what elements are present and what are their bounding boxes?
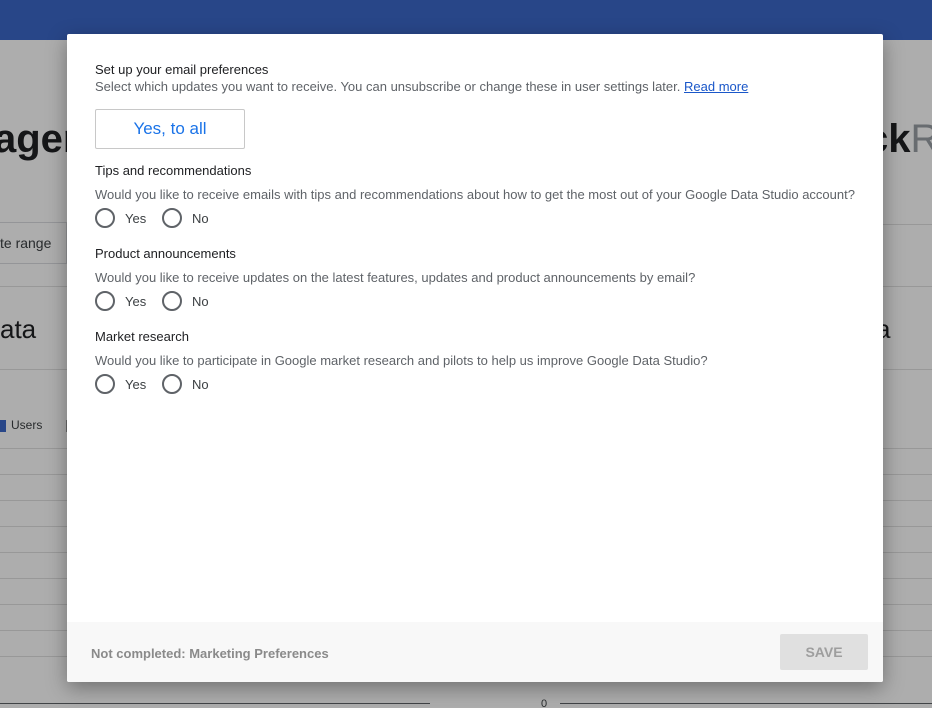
dialog-footer: Not completed: Marketing Preferences SAV…	[67, 622, 883, 682]
no-radio[interactable]	[162, 374, 182, 394]
yes-radio-label[interactable]: Yes	[125, 377, 146, 392]
section-question: Would you like to participate in Google …	[95, 353, 708, 368]
email-preferences-dialog: Set up your email preferences Select whi…	[67, 34, 883, 682]
section-heading: Market research	[95, 329, 189, 344]
dialog-title: Set up your email preferences	[95, 62, 269, 77]
read-more-link[interactable]: Read more	[684, 79, 748, 94]
section-tips-recommendations: Tips and recommendations Would you like …	[95, 163, 875, 228]
no-radio-label[interactable]: No	[192, 377, 209, 392]
dialog-subtitle: Select which updates you want to receive…	[95, 79, 748, 94]
yes-radio[interactable]	[95, 374, 115, 394]
yes-radio-label[interactable]: Yes	[125, 294, 146, 309]
section-product-announcements: Product announcements Would you like to …	[95, 246, 875, 311]
no-radio-label[interactable]: No	[192, 211, 209, 226]
yes-radio[interactable]	[95, 291, 115, 311]
save-button[interactable]: SAVE	[780, 634, 868, 670]
section-heading: Product announcements	[95, 246, 236, 261]
section-heading: Tips and recommendations	[95, 163, 252, 178]
yes-radio[interactable]	[95, 208, 115, 228]
no-radio[interactable]	[162, 291, 182, 311]
section-question: Would you like to receive updates on the…	[95, 270, 696, 285]
completion-status: Not completed: Marketing Preferences	[91, 646, 329, 661]
dialog-subtitle-text: Select which updates you want to receive…	[95, 79, 681, 94]
yes-radio-label[interactable]: Yes	[125, 211, 146, 226]
section-market-research: Market research Would you like to partic…	[95, 329, 875, 394]
no-radio-label[interactable]: No	[192, 294, 209, 309]
section-question: Would you like to receive emails with ti…	[95, 187, 855, 202]
no-radio[interactable]	[162, 208, 182, 228]
yes-to-all-button[interactable]: Yes, to all	[95, 109, 245, 149]
